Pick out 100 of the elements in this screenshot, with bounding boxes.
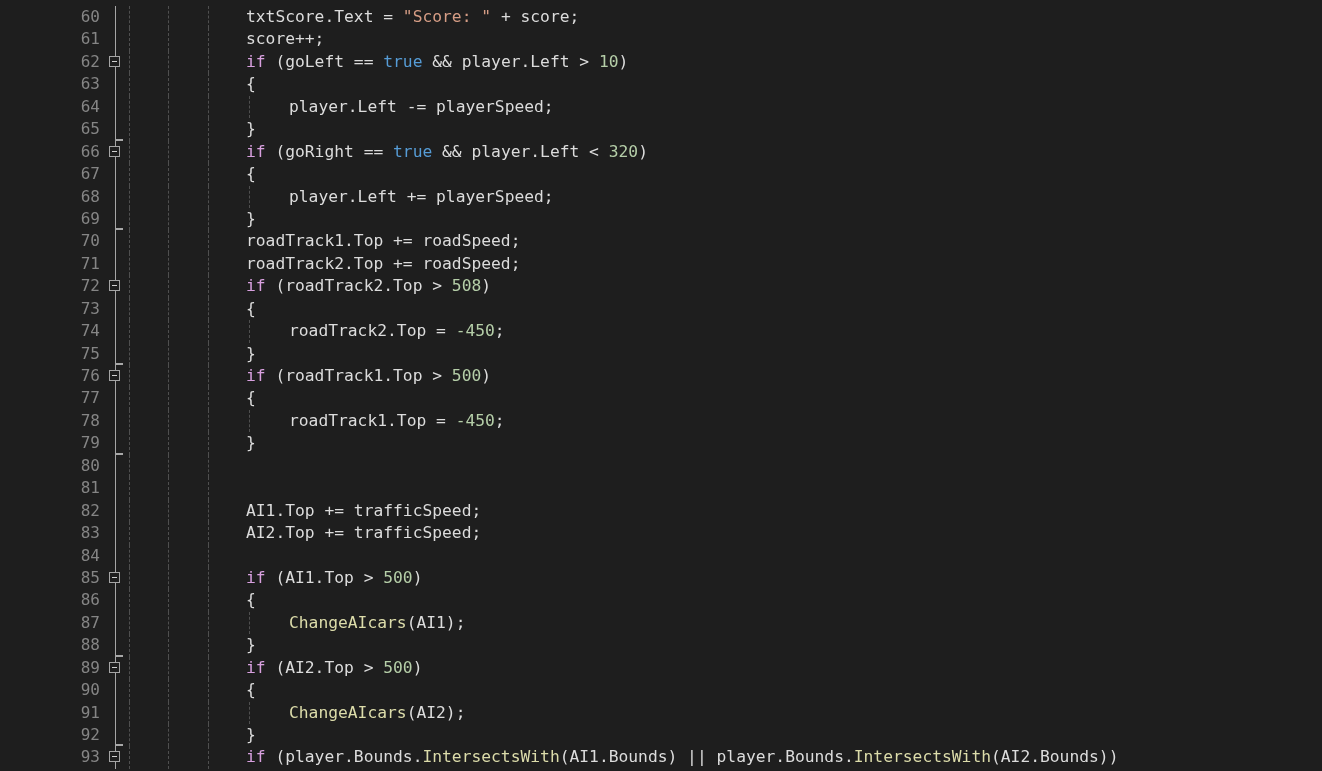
collapse-icon[interactable] [109, 571, 120, 583]
code-text: score++; [246, 28, 325, 51]
code-text: (AI1.Top > [274, 566, 375, 589]
keyword-text: if [246, 365, 266, 387]
line-number: 91 [79, 701, 100, 724]
line-number: 86 [79, 589, 100, 612]
method-name: IntersectsWith [422, 746, 560, 769]
keyword-text: if [246, 566, 266, 589]
line-number: 60 [79, 6, 100, 28]
code-text: } [246, 724, 256, 746]
line-number: 89 [79, 656, 100, 679]
code-text: + score; [499, 6, 580, 28]
code-text: { [246, 73, 256, 96]
code-text: roadTrack2.Top += roadSpeed; [246, 252, 521, 275]
line-number: 69 [79, 207, 100, 230]
collapse-icon[interactable] [109, 280, 120, 292]
code-text: ) [412, 566, 423, 589]
code-text: roadTrack2.Top = [289, 320, 447, 343]
code-text: } [246, 432, 256, 455]
line-number: 73 [79, 297, 100, 320]
keyword-text: if [246, 746, 266, 769]
number-text: 10 [598, 50, 619, 73]
line-number: 62 [79, 50, 100, 73]
line-number: 68 [79, 185, 100, 208]
keyword-text: if [246, 275, 266, 298]
code-text: } [246, 118, 256, 141]
code-text: player.Left -= playerSpeed; [289, 95, 554, 118]
code-text: { [246, 679, 256, 702]
code-text: && player.Left > [431, 50, 591, 73]
code-text: (goRight == [274, 140, 385, 163]
line-number: 67 [79, 163, 100, 186]
method-name: ChangeAIcars [289, 701, 407, 724]
collapse-icon[interactable] [109, 55, 120, 67]
collapse-icon[interactable] [109, 661, 120, 673]
number-text: -450 [455, 320, 495, 343]
code-text: (AI2.Bounds)) [991, 746, 1119, 769]
line-number: 65 [79, 118, 100, 141]
line-number: 81 [79, 477, 100, 500]
code-text: (roadTrack1.Top > [274, 365, 444, 387]
collapse-icon[interactable] [109, 751, 120, 763]
method-name: IntersectsWith [853, 746, 991, 769]
code-text: { [246, 387, 256, 410]
string-text: "Score: " [402, 6, 492, 28]
number-text: -450 [455, 409, 495, 432]
code-text: ; [494, 409, 505, 432]
number-text: 500 [383, 566, 413, 589]
line-number: 66 [79, 140, 100, 163]
code-text: } [246, 342, 256, 365]
code-text: ) [638, 140, 648, 163]
line-number: 93 [79, 746, 100, 769]
line-number: 83 [79, 522, 100, 545]
collapse-icon[interactable] [109, 370, 120, 381]
line-number: 64 [79, 95, 100, 118]
line-number: 71 [79, 252, 100, 275]
line-number: 61 [79, 28, 100, 51]
code-text: { [246, 163, 256, 186]
number-text: 508 [451, 275, 482, 298]
number-text: 320 [608, 140, 639, 163]
code-text: (player.Bounds. [274, 746, 423, 769]
keyword-text: if [246, 656, 266, 679]
number-text: 500 [383, 656, 413, 679]
code-text: && player.Left < [441, 140, 600, 163]
method-name: ChangeAIcars [289, 611, 407, 634]
keyword-text: if [246, 50, 266, 73]
code-text: AI1.Top += trafficSpeed; [246, 499, 482, 522]
code-text: } [246, 634, 256, 657]
code-text: (AI1.Bounds) || player.Bounds. [559, 746, 854, 769]
code-text: ) [412, 656, 423, 679]
code-text: (AI2); [406, 701, 466, 724]
line-number: 88 [79, 634, 100, 657]
code-text: roadTrack1.Top = [289, 409, 447, 432]
code-text: AI2.Top += trafficSpeed; [246, 522, 482, 545]
line-number: 77 [79, 387, 100, 410]
code-text: (AI2.Top > [274, 656, 375, 679]
code-text: { [246, 297, 256, 320]
code-text: txtScore.Text = [246, 6, 395, 28]
line-number: 63 [79, 73, 100, 96]
code-text: (roadTrack2.Top > [274, 275, 444, 298]
code-text: ) [481, 275, 492, 298]
line-number: 72 [79, 275, 100, 298]
line-number: 75 [79, 342, 100, 365]
line-number: 76 [79, 365, 100, 387]
code-text: player.Left += playerSpeed; [289, 185, 554, 208]
line-number: 84 [79, 544, 100, 567]
line-number: 79 [79, 432, 100, 455]
number-text: 500 [451, 365, 482, 387]
code-text: ) [618, 50, 629, 73]
code-text: } [246, 207, 256, 230]
code-text: (AI1); [406, 611, 466, 634]
code-text: ; [494, 320, 505, 343]
collapse-icon[interactable] [109, 145, 120, 157]
literal-text: true [383, 50, 423, 73]
line-number: 85 [79, 566, 100, 589]
code-text: { [246, 589, 256, 612]
code-text: roadTrack1.Top += roadSpeed; [246, 230, 521, 253]
line-number: 92 [79, 724, 100, 746]
code-text: (goLeft == [274, 50, 375, 73]
line-number: 80 [79, 454, 100, 477]
line-number: 74 [79, 320, 100, 343]
code-text: ) [481, 365, 492, 387]
